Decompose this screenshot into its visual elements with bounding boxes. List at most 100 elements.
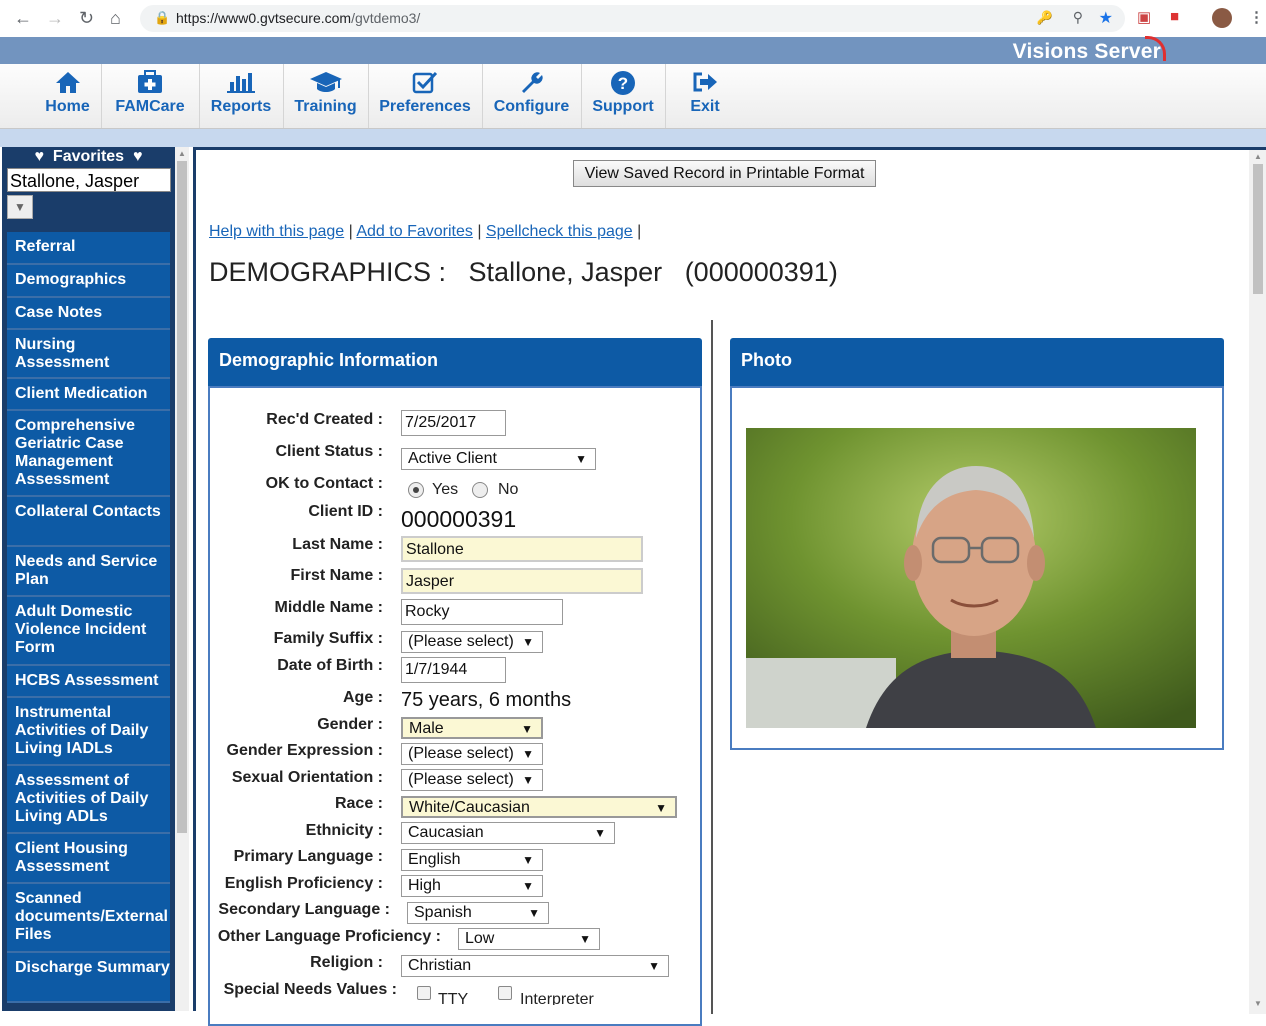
sidebar-item-iadls[interactable]: Instrumental Activities of Daily Living …	[7, 698, 170, 766]
print-format-button[interactable]: View Saved Record in Printable Format	[573, 160, 876, 187]
english-proficiency-select[interactable]: High ▼	[401, 875, 543, 897]
sidebar-item-collateral-contacts[interactable]: Collateral Contacts	[7, 497, 170, 547]
help-link[interactable]: Help with this page	[209, 223, 344, 240]
add-favorites-link[interactable]: Add to Favorites	[356, 223, 473, 240]
scrollbar-thumb[interactable]	[177, 161, 187, 833]
extension-icon[interactable]: ■	[1170, 8, 1179, 25]
demographic-panel-header: Demographic Information	[208, 338, 702, 386]
sidebar-item-client-medication[interactable]: Client Medication	[7, 379, 170, 411]
ok-to-contact-yes-label: Yes	[432, 481, 459, 498]
toolbar-training[interactable]: Training	[283, 64, 369, 128]
toolbar-exit[interactable]: Exit	[665, 64, 745, 128]
sidebar-item-nursing-assessment[interactable]: Nursing Assessment	[7, 330, 170, 379]
sexual-orientation-label: Sexual Orientation :	[231, 769, 383, 786]
scrollbar-thumb[interactable]	[1253, 164, 1263, 294]
toolbar-configure[interactable]: Configure	[482, 64, 582, 128]
heart-icon: ♥	[34, 148, 45, 165]
client-status-select[interactable]: Active Client ▼	[401, 448, 596, 470]
gender-expression-select[interactable]: (Please select) ▼	[401, 743, 543, 765]
svg-text:?: ?	[618, 74, 628, 93]
sidebar-item-discharge-summary[interactable]: Discharge Summary	[7, 953, 170, 1003]
sidebar-item-housing-assessment[interactable]: Client Housing Assessment	[7, 834, 170, 884]
toolbar-label: Preferences	[379, 98, 471, 115]
last-name-field[interactable]: Stallone	[401, 536, 643, 562]
spellcheck-link[interactable]: Spellcheck this page	[486, 223, 633, 240]
forward-icon[interactable]: →	[46, 8, 64, 29]
religion-select[interactable]: Christian ▼	[401, 955, 669, 977]
home-browser-icon[interactable]: ⌂	[110, 8, 121, 29]
ok-to-contact-no-radio[interactable]	[472, 482, 488, 498]
main-toolbar: Home FAMCare Reports Training Preference…	[0, 64, 1266, 129]
toolbar-label: Home	[45, 98, 90, 115]
middle-name-field[interactable]: Rocky	[401, 599, 563, 625]
recd-created-label: Rec'd Created :	[266, 411, 383, 428]
toolbar-reports[interactable]: Reports	[199, 64, 284, 128]
chevron-down-icon: ▼	[594, 826, 606, 840]
other-language-proficiency-value: Low	[465, 930, 495, 947]
tty-checkbox[interactable]	[417, 986, 431, 1000]
gender-value: Male	[409, 720, 444, 737]
other-language-proficiency-select[interactable]: Low ▼	[458, 928, 600, 950]
sidebar-item-needs-service-plan[interactable]: Needs and Service Plan	[7, 547, 170, 597]
scroll-up-icon[interactable]: ▲	[1254, 152, 1262, 161]
scroll-up-icon[interactable]: ▲	[178, 149, 186, 158]
avatar[interactable]	[1212, 8, 1232, 28]
lock-icon: 🔒	[154, 10, 171, 25]
chevron-down-icon: ▼	[528, 906, 540, 920]
separator: |	[348, 223, 353, 240]
sidebar-item-referral[interactable]: Referral	[7, 232, 170, 265]
main-scrollbar[interactable]: ▲ ▼	[1249, 150, 1266, 1014]
sidebar-item-case-notes[interactable]: Case Notes	[7, 298, 170, 330]
question-icon: ?	[581, 70, 665, 98]
sidebar-item-hcbs-assessment[interactable]: HCBS Assessment	[7, 666, 170, 698]
family-suffix-select[interactable]: (Please select) ▼	[401, 631, 543, 653]
ethnicity-select[interactable]: Caucasian ▼	[401, 822, 615, 844]
sidebar-item-demographics[interactable]: Demographics	[7, 265, 170, 298]
client-photo	[746, 428, 1196, 728]
ok-to-contact-yes-radio[interactable]	[408, 482, 424, 498]
star-icon[interactable]: ★	[1099, 8, 1113, 28]
interpreter-label: Interpreter	[520, 991, 594, 1005]
sexual-orientation-select[interactable]: (Please select) ▼	[401, 769, 543, 791]
toolbar-support[interactable]: ? Support	[581, 64, 666, 128]
separator: |	[477, 223, 482, 240]
sidebar-scrollbar[interactable]: ▲	[175, 147, 189, 1011]
sidebar-item-domestic-violence[interactable]: Adult Domestic Violence Incident Form	[7, 597, 170, 666]
reload-icon[interactable]: ↻	[79, 8, 94, 29]
race-label: Race :	[334, 795, 383, 812]
dob-field[interactable]: 1/7/1944	[401, 657, 506, 683]
menu-icon[interactable]: ⋮	[1249, 8, 1264, 26]
gender-expression-label: Gender Expression :	[226, 742, 384, 759]
toolbar-famcare[interactable]: FAMCare	[101, 64, 200, 128]
sidebar-item-adls[interactable]: Assessment of Activities of Daily Living…	[7, 766, 170, 834]
back-icon[interactable]: ←	[14, 8, 32, 29]
app-banner: Visions Server	[0, 36, 1266, 64]
last-name-label: Last Name :	[292, 536, 383, 553]
scroll-down-icon[interactable]: ▼	[1254, 999, 1262, 1008]
help-links: Help with this page | Add to Favorites |…	[209, 223, 641, 241]
key-icon[interactable]: 🔑	[1037, 10, 1053, 26]
chevron-down-icon: ▼	[522, 879, 534, 893]
primary-language-select[interactable]: English ▼	[401, 849, 543, 871]
recd-created-field[interactable]: 7/25/2017	[401, 410, 506, 436]
family-suffix-label: Family Suffix :	[273, 630, 383, 647]
zoom-icon[interactable]: ⚲	[1073, 9, 1083, 26]
favorites-input[interactable]: Stallone, Jasper	[7, 168, 171, 192]
favorites-dropdown-button[interactable]: ▼	[7, 195, 33, 219]
secondary-language-select[interactable]: Spanish ▼	[407, 902, 549, 924]
sidebar-item-comprehensive-geriatric[interactable]: Comprehensive Geriatric Case Management …	[7, 411, 170, 497]
url-text[interactable]: https://www0.gvtsecure.com/gvtdemo3/	[176, 10, 420, 26]
pdf-extension-icon[interactable]: ▣	[1137, 8, 1151, 26]
toolbar-preferences[interactable]: Preferences	[368, 64, 483, 128]
first-name-field[interactable]: Jasper	[401, 568, 643, 594]
gender-select[interactable]: Male ▼	[401, 717, 543, 739]
sidebar-item-scanned-documents[interactable]: Scanned documents/External Files	[7, 884, 170, 953]
address-bar[interactable]: 🔒 https://www0.gvtsecure.com/gvtdemo3/ 🔑…	[140, 5, 1125, 32]
race-select[interactable]: White/Caucasian ▼	[401, 796, 677, 818]
medkit-icon	[101, 70, 199, 98]
client-id-value: 000000391	[401, 506, 517, 532]
client-status-label: Client Status :	[275, 443, 383, 460]
toolbar-home[interactable]: Home	[34, 64, 102, 128]
interpreter-checkbox[interactable]	[498, 986, 512, 1000]
chevron-down-icon: ▼	[655, 801, 667, 815]
